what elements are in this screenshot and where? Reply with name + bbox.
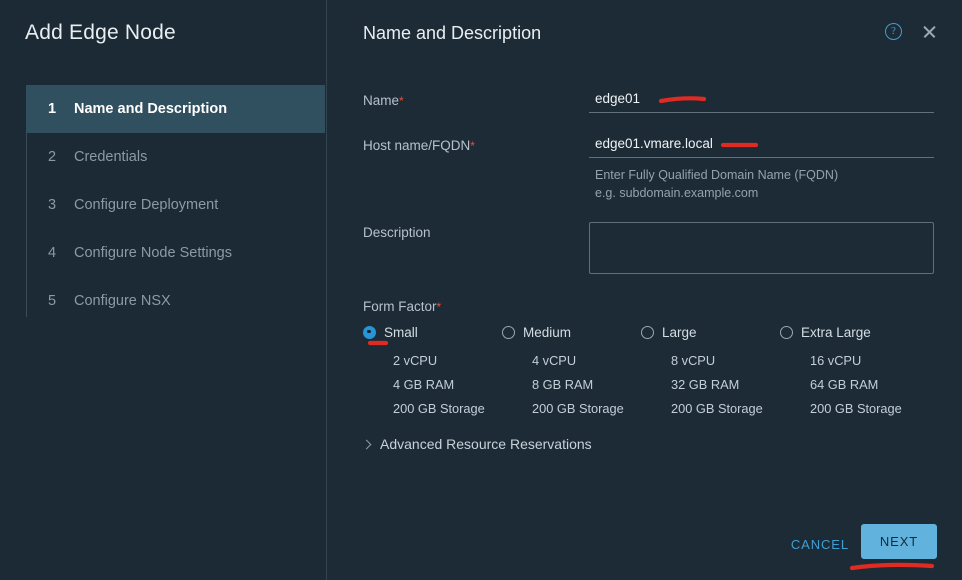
form-factor-option-small[interactable]: Small 2 vCPU 4 GB RAM 200 GB Storage [363, 322, 502, 421]
dialog-footer: CANCEL NEXT [327, 510, 962, 580]
radio-small-icon[interactable] [363, 325, 376, 339]
sidebar-step-credentials[interactable]: 2 Credentials [26, 133, 326, 181]
name-field-label: Name* [363, 93, 404, 108]
fqdn-hint-line-1: Enter Fully Qualified Domain Name (FQDN) [595, 168, 839, 182]
sidebar-step-configure-deployment[interactable]: 3 Configure Deployment [26, 181, 326, 229]
step-number: 1 [48, 101, 57, 117]
form-factor-large-specs: 8 vCPU 32 GB RAM 200 GB Storage [641, 349, 780, 421]
fqdn-hint-line-2: e.g. subdomain.example.com [595, 186, 759, 200]
step-label: Configure Deployment [74, 197, 219, 213]
form-factor-medium-header[interactable]: Medium [502, 322, 641, 342]
fqdn-label-text: Host name/FQDN [363, 138, 471, 153]
step-number: 5 [48, 293, 57, 309]
step-label: Name and Description [74, 101, 228, 117]
required-asterisk: * [470, 139, 475, 153]
spec-cpu: 16 vCPU [810, 353, 862, 368]
step-number: 4 [48, 245, 57, 261]
spec-cpu: 4 vCPU [532, 353, 577, 368]
spec-cpu: 2 vCPU [393, 353, 438, 368]
description-field-label: Description [363, 225, 431, 240]
chevron-right-icon [361, 439, 372, 449]
spec-storage: 200 GB Storage [393, 401, 485, 416]
help-circle-icon[interactable]: ? [885, 23, 902, 40]
content-panel: Name and Description ? Name* Host name/F… [327, 0, 962, 580]
required-asterisk: * [436, 300, 442, 314]
next-button[interactable]: NEXT [861, 524, 937, 559]
form-factor-small-header[interactable]: Small [363, 322, 502, 342]
form-factor-extra-large-header[interactable]: Extra Large [780, 322, 919, 342]
form-factor-option-medium[interactable]: Medium 4 vCPU 8 GB RAM 200 GB Storage [502, 322, 641, 421]
step-number: 3 [48, 197, 57, 213]
step-label: Credentials [74, 149, 148, 165]
form-factor-label-text: Form Factor [363, 299, 437, 314]
form-factor-medium-specs: 4 vCPU 8 GB RAM 200 GB Storage [502, 349, 641, 421]
name-input[interactable] [589, 87, 934, 113]
form-factor-medium-name: Medium [523, 324, 572, 340]
advanced-resource-reservations-label: Advanced Resource Reservations [380, 436, 592, 452]
cancel-button[interactable]: CANCEL [787, 529, 853, 560]
spec-ram: 4 GB RAM [393, 377, 455, 392]
sidebar-step-configure-node-settings[interactable]: 4 Configure Node Settings [26, 229, 326, 277]
form-factor-large-header[interactable]: Large [641, 322, 780, 342]
form-factor-option-large[interactable]: Large 8 vCPU 32 GB RAM 200 GB Storage [641, 322, 780, 421]
page-title: Add Edge Node [25, 21, 176, 44]
fqdn-field-label: Host name/FQDN* [363, 138, 475, 153]
edge-node-form: Name* Host name/FQDN* Enter Fully Qualif… [327, 58, 962, 510]
form-factor-small-specs: 2 vCPU 4 GB RAM 200 GB Storage [363, 349, 502, 421]
form-factor-large-name: Large [662, 324, 697, 340]
radio-extra-large-icon[interactable] [780, 325, 793, 339]
radio-large-icon[interactable] [641, 325, 654, 339]
spec-ram: 64 GB RAM [810, 377, 879, 392]
description-textarea[interactable] [589, 222, 934, 274]
step-number: 2 [48, 149, 57, 165]
add-edge-node-dialog: Add Edge Node 1 Name and Description 2 C… [0, 0, 962, 580]
header-actions: ? [885, 23, 937, 40]
spec-storage: 200 GB Storage [810, 401, 902, 416]
fqdn-input[interactable] [589, 132, 934, 158]
spec-ram: 8 GB RAM [532, 377, 594, 392]
required-asterisk: * [399, 94, 404, 108]
form-factor-extra-large-specs: 16 vCPU 64 GB RAM 200 GB Storage [780, 349, 919, 421]
advanced-resource-reservations-toggle[interactable]: Advanced Resource Reservations [361, 436, 592, 452]
sidebar-step-name-and-description[interactable]: 1 Name and Description [26, 85, 325, 133]
sidebar-step-configure-nsx[interactable]: 5 Configure NSX [26, 277, 326, 325]
spec-cpu: 8 vCPU [671, 353, 716, 368]
content-header: Name and Description ? [327, 0, 962, 58]
form-factor-extra-large-name: Extra Large [801, 324, 871, 340]
spec-storage: 200 GB Storage [532, 401, 624, 416]
wizard-step-list: 1 Name and Description 2 Credentials 3 C… [26, 85, 326, 325]
radio-medium-icon[interactable] [502, 325, 515, 339]
form-factor-options: Small 2 vCPU 4 GB RAM 200 GB Storage Med… [363, 322, 928, 421]
form-factor-small-name: Small [384, 324, 418, 340]
close-icon[interactable] [921, 24, 937, 40]
step-label: Configure NSX [74, 293, 171, 309]
spec-storage: 200 GB Storage [671, 401, 763, 416]
wizard-sidebar: Add Edge Node 1 Name and Description 2 C… [0, 0, 327, 580]
step-label: Configure Node Settings [74, 245, 232, 261]
form-factor-option-extra-large[interactable]: Extra Large 16 vCPU 64 GB RAM 200 GB Sto… [780, 322, 919, 421]
form-factor-label: Form Factor* [363, 299, 441, 314]
name-label-text: Name [363, 93, 400, 108]
spec-ram: 32 GB RAM [671, 377, 740, 392]
section-title: Name and Description [363, 23, 542, 43]
